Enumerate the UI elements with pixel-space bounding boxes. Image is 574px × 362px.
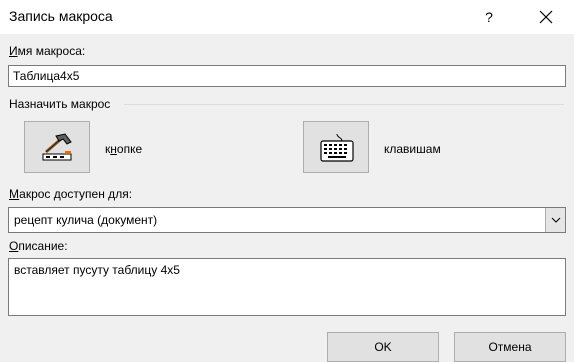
- description-value: вставляет пусуту таблицу 4х5: [14, 263, 180, 277]
- title-bar: Запись макроса ?: [0, 0, 574, 34]
- record-macro-dialog: Запись макроса ? Имя макроса: Таблица4х5…: [0, 0, 574, 362]
- dialog-title: Запись макроса: [9, 8, 113, 24]
- close-button[interactable]: [526, 2, 566, 32]
- description-label: Описание:: [9, 239, 68, 253]
- assign-to-button-label: кнопке: [105, 142, 143, 156]
- assign-to-keyboard-button[interactable]: [303, 121, 369, 173]
- assign-macro-label: Назначить макрос: [9, 97, 111, 111]
- description-textarea[interactable]: вставляет пусуту таблицу 4х5: [8, 258, 566, 316]
- chevron-down-icon: [551, 217, 561, 223]
- hammer-icon: [42, 133, 72, 161]
- store-macro-label: Макрос доступен для:: [9, 187, 133, 201]
- dropdown-toggle[interactable]: [545, 208, 565, 232]
- macro-name-input[interactable]: Таблица4х5: [8, 65, 566, 87]
- close-icon: [539, 10, 553, 24]
- ok-button[interactable]: OK: [327, 332, 439, 362]
- cancel-button[interactable]: Отмена: [454, 332, 566, 362]
- group-divider: [124, 104, 564, 105]
- macro-name-label: Имя макроса:: [9, 44, 86, 58]
- store-macro-select[interactable]: рецепт кулича (документ): [8, 207, 566, 233]
- help-icon: ?: [485, 9, 493, 25]
- keyboard-icon: [320, 133, 354, 162]
- macro-name-value: Таблица4х5: [13, 69, 80, 83]
- assign-to-keyboard-label: клавишам: [384, 142, 441, 156]
- store-macro-value: рецепт кулича (документ): [14, 213, 158, 227]
- assign-to-button-button[interactable]: [24, 121, 90, 173]
- help-button[interactable]: ?: [468, 2, 510, 32]
